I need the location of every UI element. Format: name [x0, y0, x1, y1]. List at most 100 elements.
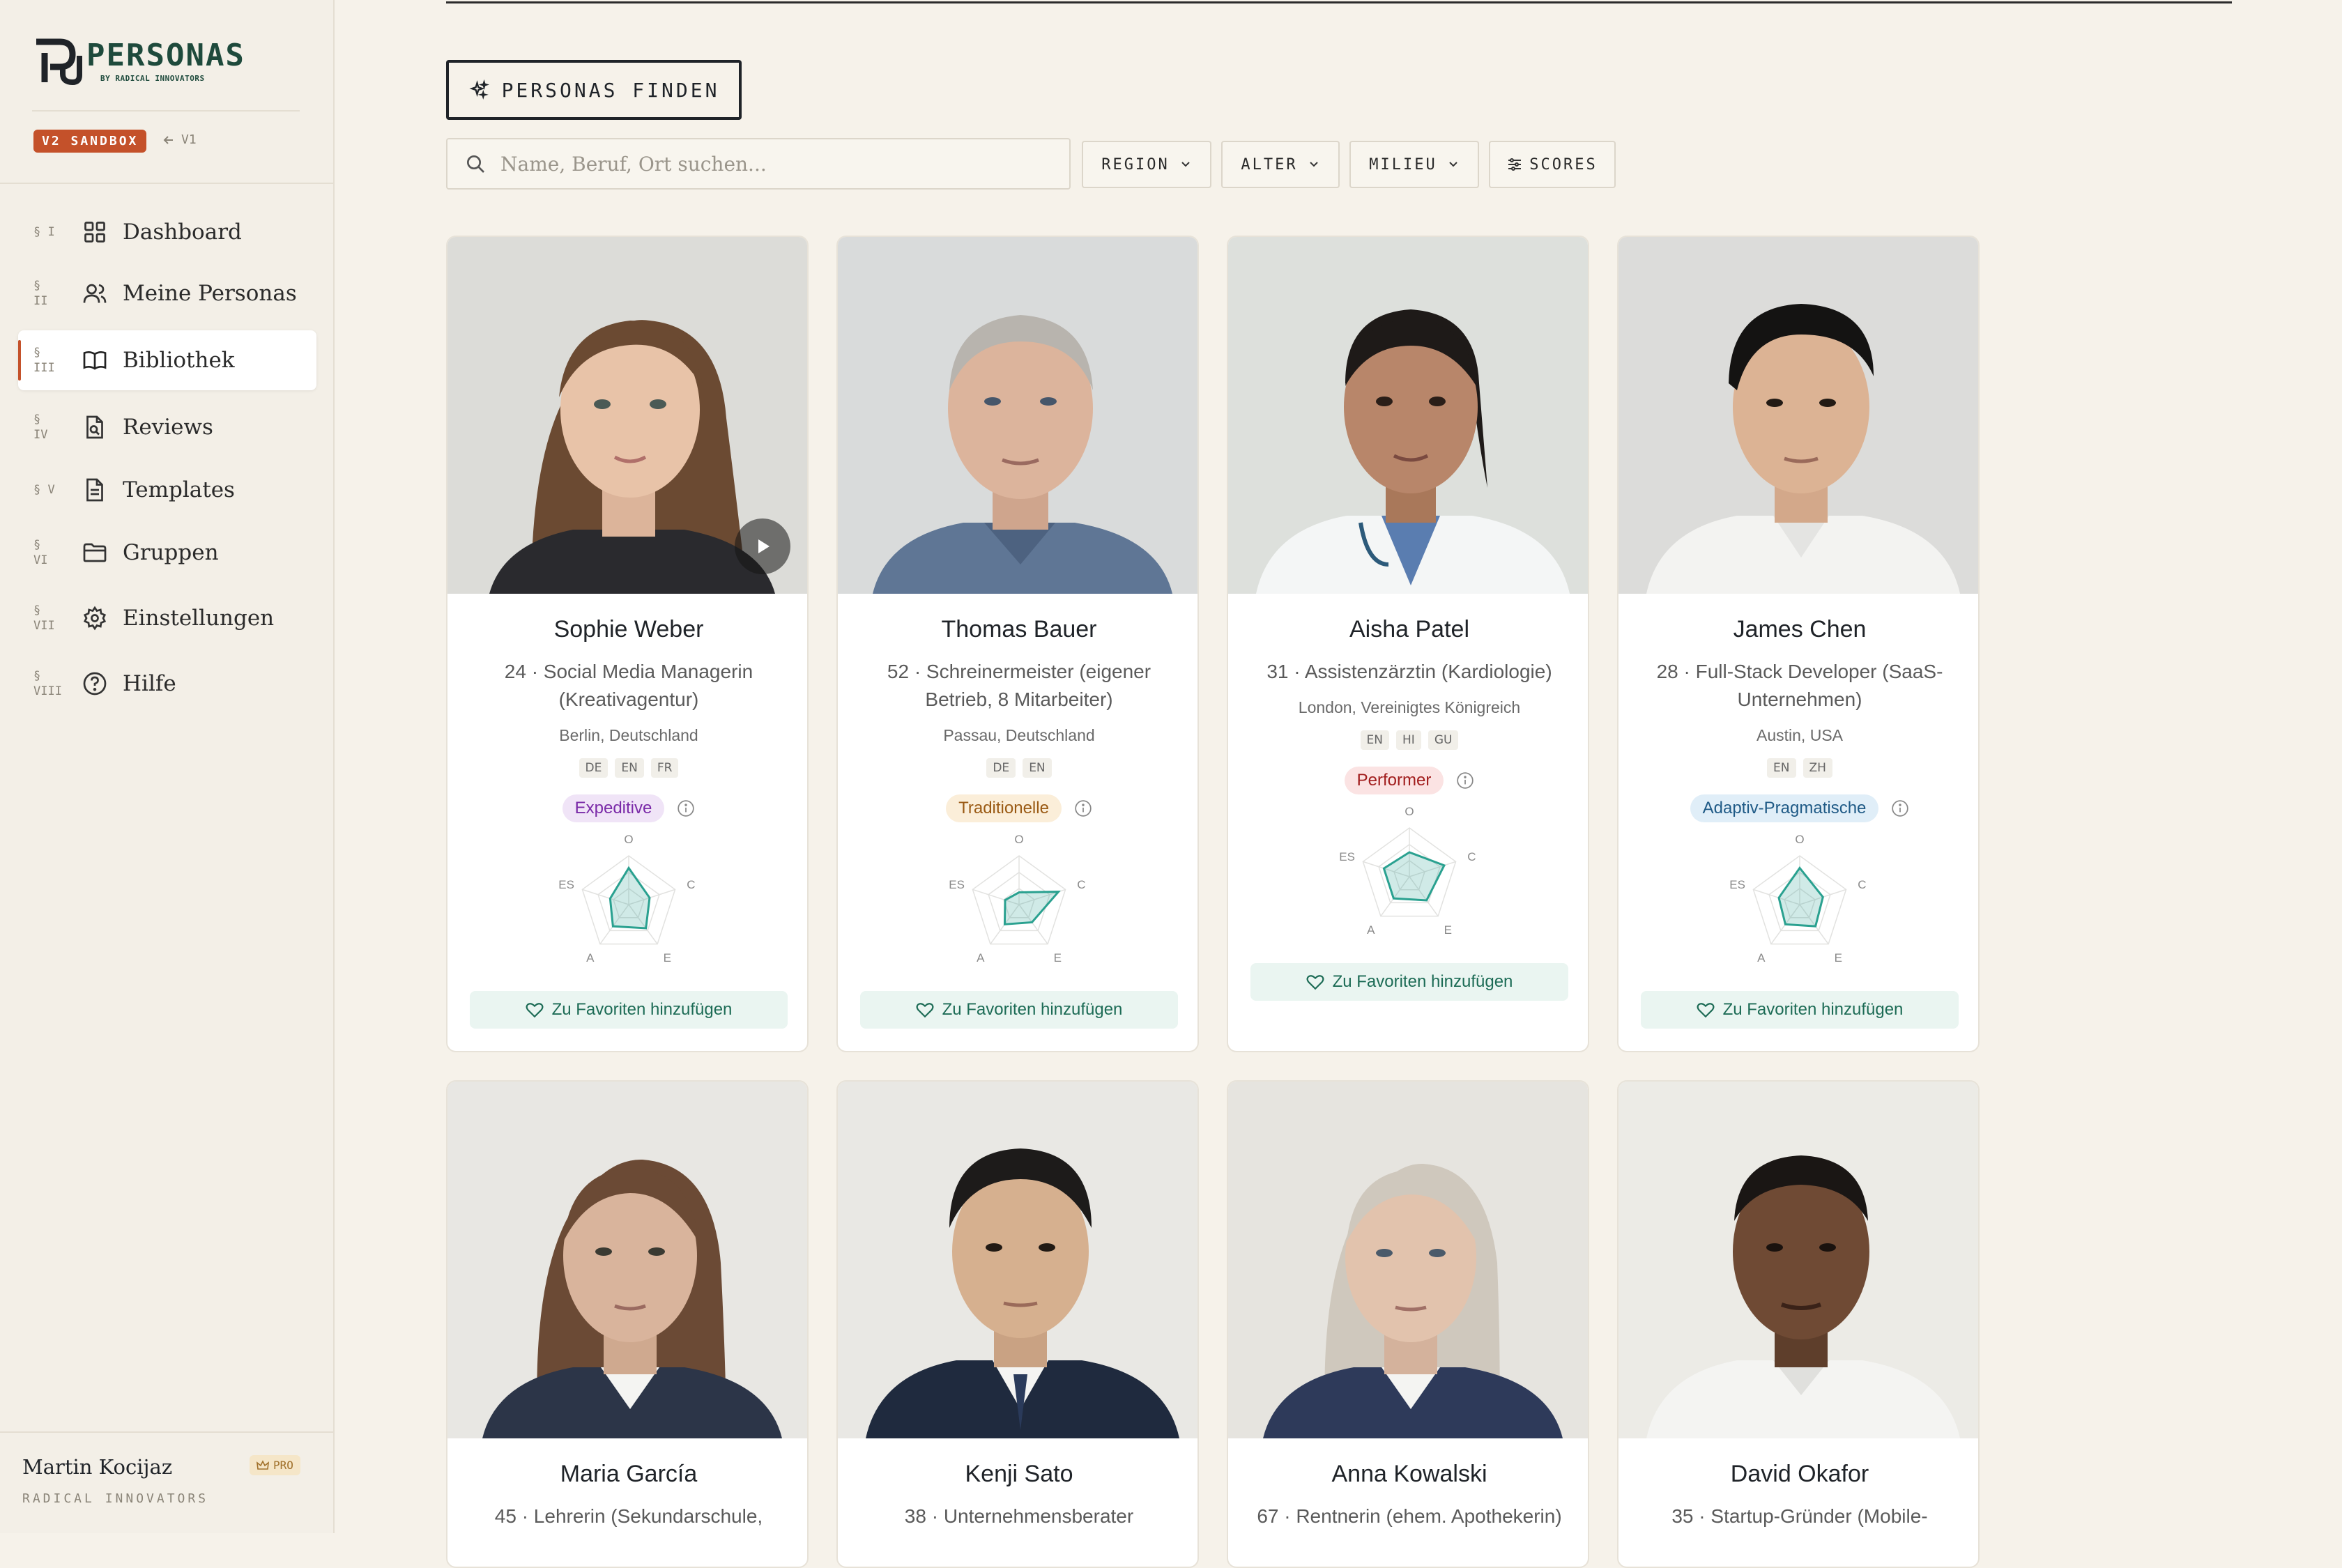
- language-tag: GU: [1428, 730, 1459, 750]
- info-icon[interactable]: [1891, 799, 1909, 817]
- sidebar-item-label: Gruppen: [123, 540, 219, 565]
- milieu-badge: Performer: [1344, 767, 1444, 794]
- radar-axis-label: C: [1077, 878, 1085, 891]
- add-to-favorites-button[interactable]: Zu Favoriten hinzufügen: [470, 991, 788, 1029]
- persona-photo: [1618, 237, 1978, 594]
- switch-to-v1-link[interactable]: V1: [162, 132, 197, 147]
- radar-score-shape: [1382, 851, 1446, 902]
- persona-name: Sophie Weber: [553, 616, 704, 643]
- user-name[interactable]: Martin Kocijaz: [22, 1455, 172, 1479]
- section-number: § VIII: [33, 669, 62, 698]
- persona-location: London, Vereinigtes Königreich: [1298, 698, 1521, 716]
- radar-axis-label: ES: [949, 878, 965, 891]
- personality-radar-chart: O C E A ES: [1339, 805, 1476, 937]
- persona-location: Passau, Deutschland: [943, 726, 1095, 744]
- filter-milieu[interactable]: MILIEU: [1349, 141, 1479, 188]
- persona-card[interactable]: Thomas Bauer 52 · Schreinermeister (eige…: [836, 236, 1199, 1052]
- brand-name: PERSONAS: [86, 37, 245, 73]
- sidebar-item-hilfe[interactable]: § VIII Hilfe: [18, 654, 316, 714]
- radar-axis-label: A: [1367, 923, 1375, 937]
- plan-badge: PRO: [250, 1455, 300, 1475]
- add-to-favorites-button[interactable]: Zu Favoriten hinzufügen: [1250, 963, 1568, 1001]
- persona-name: Aisha Patel: [1349, 616, 1469, 643]
- language-tags: EN HI GU: [1228, 730, 1588, 750]
- sidebar-item-reviews[interactable]: § IV Reviews: [18, 397, 316, 457]
- persona-role: 67 · Rentnerin (ehem. Apothekerin): [1257, 1505, 1562, 1527]
- milieu-badge: Adaptiv-Pragmatische: [1690, 794, 1879, 822]
- persona-name: Maria García: [560, 1461, 698, 1487]
- radar-axis-label: O: [1795, 833, 1804, 846]
- search-input[interactable]: [499, 151, 1059, 176]
- add-to-favorites-button[interactable]: Zu Favoriten hinzufügen: [1641, 991, 1959, 1029]
- sidebar-item-einstellungen[interactable]: § VII Einstellungen: [18, 588, 316, 648]
- personality-radar-chart: O C E A ES: [558, 833, 695, 964]
- persona-name: Anna Kowalski: [1331, 1461, 1487, 1487]
- document-icon: [86, 478, 103, 502]
- language-tag: EN: [1023, 758, 1052, 778]
- filter-label: ALTER: [1241, 155, 1298, 174]
- sidebar-item-templates[interactable]: § V Templates: [18, 460, 316, 520]
- radar-axis-label: E: [1835, 951, 1842, 964]
- persona-card[interactable]: Aisha Patel 31 · Assistenzärztin (Kardio…: [1227, 236, 1589, 1052]
- persona-card[interactable]: Sophie Weber 24 · Social Media Managerin…: [446, 236, 809, 1052]
- language-tag: FR: [650, 758, 679, 778]
- radar-axis-label: E: [1054, 951, 1062, 964]
- chevron-down-icon: [1181, 162, 1190, 167]
- section-number: § I: [33, 225, 55, 239]
- sandbox-badge: V2 SANDBOX: [33, 130, 147, 153]
- sidebar-item-gruppen[interactable]: § VI Gruppen: [18, 523, 316, 583]
- section-number: § II: [33, 279, 48, 308]
- persona-card[interactable]: Kenji Sato 38 · Unternehmensberater: [836, 1080, 1199, 1568]
- persona-card[interactable]: Maria García 45 · Lehrerin (Sekundarschu…: [446, 1080, 809, 1568]
- sidebar-item-label: Templates: [123, 477, 235, 502]
- arrow-left-icon: [163, 135, 173, 144]
- section-number: § III: [33, 346, 55, 375]
- favorite-label: Zu Favoriten hinzufügen: [942, 1000, 1123, 1019]
- grid-icon: [84, 222, 105, 243]
- persona-card[interactable]: James Chen 28 · Full-Stack Developer (Sa…: [1617, 236, 1980, 1052]
- info-icon[interactable]: [1074, 799, 1092, 817]
- header-rule: [446, 1, 2232, 3]
- play-icon: [758, 539, 770, 553]
- persona-photo: [838, 237, 1197, 594]
- search-icon: [467, 155, 484, 173]
- info-icon[interactable]: [1456, 771, 1474, 790]
- persona-card[interactable]: Anna Kowalski 67 · Rentnerin (ehem. Apot…: [1227, 1080, 1589, 1568]
- sidebar-item-bibliothek[interactable]: § III Bibliothek: [18, 330, 316, 390]
- radar-axis-label: A: [586, 951, 595, 964]
- find-personas-button[interactable]: PERSONAS FINDEN: [446, 60, 742, 120]
- milieu-row: Performer: [1228, 767, 1588, 794]
- persona-role: 31 · Assistenzärztin (Kardiologie): [1266, 661, 1552, 682]
- review-doc-icon: [86, 415, 103, 439]
- filter-scores[interactable]: SCORES: [1489, 141, 1616, 188]
- persona-card[interactable]: David Okafor 35 · Startup-Gründer (Mobil…: [1617, 1080, 1980, 1568]
- language-tag: HI: [1396, 730, 1421, 750]
- logo-mark-icon: [36, 38, 82, 86]
- info-icon[interactable]: [677, 799, 695, 817]
- radar-score-shape: [1777, 866, 1824, 928]
- sidebar-item-dashboard[interactable]: § I Dashboard: [18, 202, 316, 262]
- persona-name: James Chen: [1733, 616, 1867, 643]
- folder-icon: [83, 543, 107, 562]
- add-to-favorites-button[interactable]: Zu Favoriten hinzufügen: [860, 991, 1178, 1029]
- milieu-row: Traditionelle: [838, 794, 1197, 822]
- brand-logo[interactable]: PERSONAS BY RADICAL INNOVATORS: [32, 36, 245, 86]
- milieu-badge: Expeditive: [562, 794, 665, 822]
- play-video-button[interactable]: [735, 518, 790, 574]
- search-box: [446, 138, 1071, 190]
- filter-alter[interactable]: ALTER: [1221, 141, 1340, 188]
- persona-name: Kenji Sato: [965, 1461, 1073, 1487]
- language-tag: EN: [1360, 730, 1390, 750]
- radar-axis-label: O: [1405, 805, 1414, 818]
- filter-region[interactable]: REGION: [1082, 141, 1211, 188]
- section-number: § VI: [33, 538, 48, 567]
- favorite-label: Zu Favoriten hinzufügen: [551, 1000, 733, 1019]
- radar-axis-label: C: [1858, 878, 1866, 891]
- persona-name: David Okafor: [1730, 1461, 1869, 1487]
- book-icon: [83, 351, 107, 370]
- sidebar-item-label: Reviews: [123, 415, 213, 440]
- sidebar-item-meine-personas[interactable]: § II Meine Personas: [18, 263, 316, 323]
- sparkles-icon: [469, 79, 489, 100]
- user-organization: RADICAL INNOVATORS: [22, 1491, 209, 1506]
- language-tag: DE: [986, 758, 1016, 778]
